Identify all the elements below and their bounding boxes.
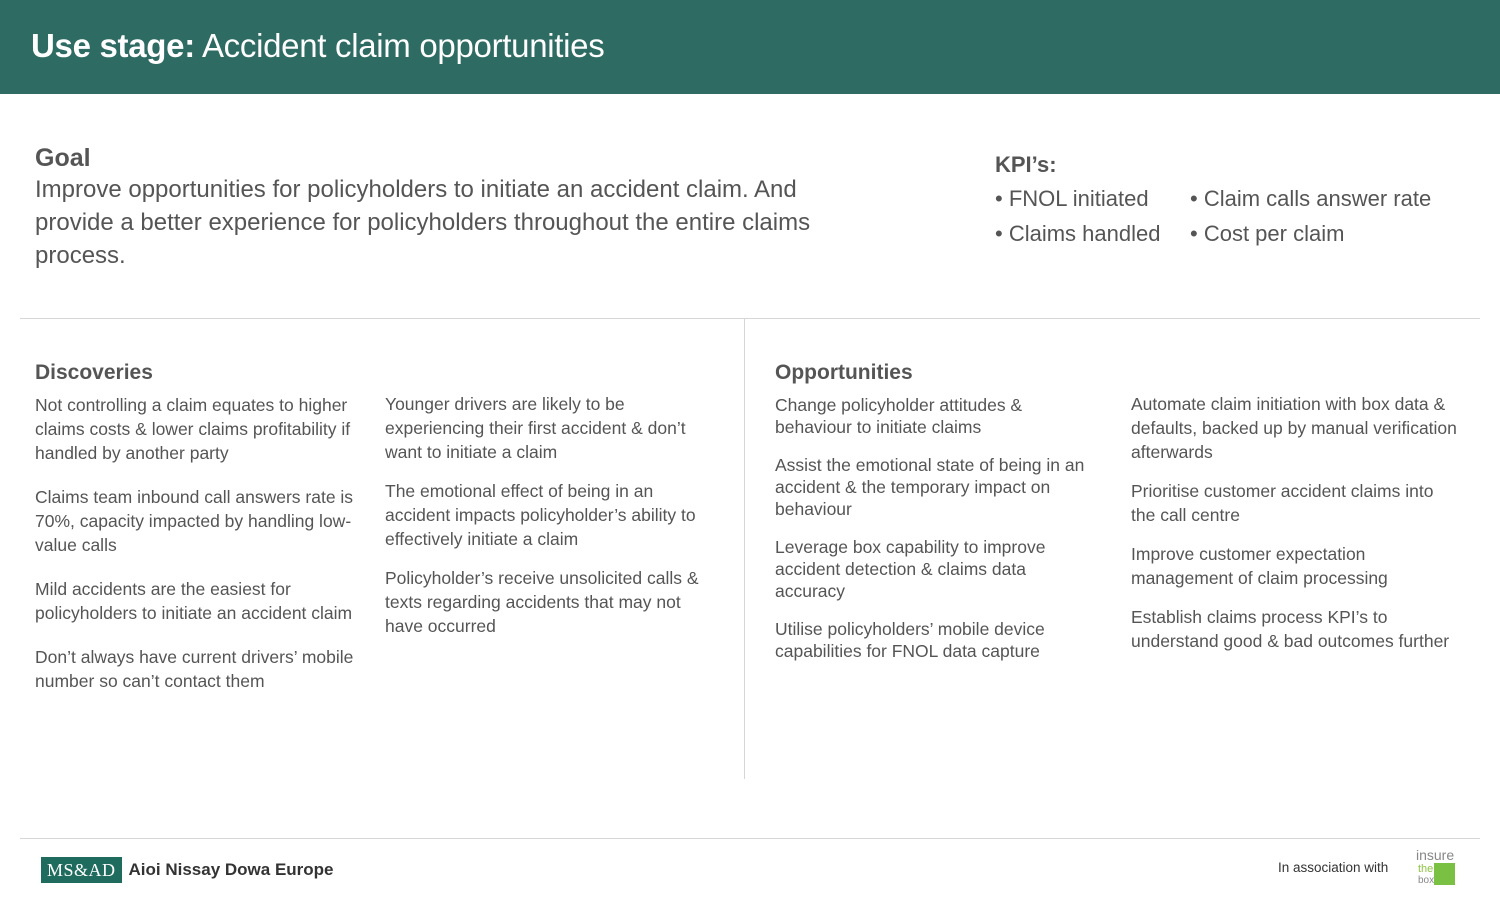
association-text: In association with [1278,860,1389,875]
company-name: Aioi Nissay Dowa Europe [128,860,334,879]
opportunities-title: Opportunities [775,361,913,384]
opportunity-item: Establish claims process KPI’s to unders… [1131,607,1450,651]
discoveries-column-2: Younger drivers are likely to be experie… [385,392,715,658]
discovery-item: Don’t always have current drivers’ mobil… [35,647,354,691]
page-title: Use stage: Accident claim opportunities [31,27,605,65]
kpi-list: • FNOL initiated • Claims handled • Clai… [995,184,1475,264]
opportunity-item: Prioritise customer accident claims into… [1131,481,1434,525]
kpi-item: • FNOL initiated [995,186,1149,211]
kpi-section: KPI’s: • FNOL initiated • Claims handled… [995,150,1475,264]
company-logo: MS&AD Aioi Nissay Dowa Europe [41,857,334,883]
goal-section: Goal Improve opportunities for policyhol… [35,143,865,272]
partner-logo-line2: the [1418,863,1434,875]
opportunities-column-1: Change policyholder attitudes & behaviou… [775,394,1095,678]
discovery-item: Younger drivers are likely to be experie… [385,394,686,462]
goal-title: Goal [35,144,91,172]
opportunity-item: Leverage box capability to improve accid… [775,537,1046,601]
opportunity-item: Automate claim initiation with box data … [1131,394,1457,462]
partner-logo-square [1434,863,1455,885]
page-title-topic: Accident claim opportunities [194,27,605,64]
opportunity-item: Utilise policyholders’ mobile device cap… [775,619,1045,661]
discoveries-column-1: Not controlling a claim equates to highe… [35,393,355,713]
opportunity-item: Change policyholder attitudes & behaviou… [775,395,1023,437]
kpi-item: • Claim calls answer rate [1190,186,1432,211]
discovery-item: Claims team inbound call answers rate is… [35,487,354,555]
partner-logo: insure the box [1416,848,1460,888]
goal-text: Improve opportunities for policyholders … [35,176,811,269]
kpi-item: • Claims handled [995,221,1161,246]
discoveries-title: Discoveries [35,361,153,384]
footer-divider [20,838,1480,839]
opportunity-item: Assist the emotional state of being in a… [775,455,1085,519]
kpi-item: • Cost per claim [1190,221,1345,246]
page-title-stage: Use stage: [31,27,195,64]
partner-logo-line3: box [1418,875,1435,886]
discovery-item: Not controlling a claim equates to highe… [35,395,351,463]
discovery-item: Mild accidents are the easiest for polic… [35,579,353,623]
opportunity-item: Improve customer expectation management … [1131,544,1388,588]
kpi-title: KPI’s: [995,152,1057,177]
discovery-item: The emotional effect of being in an acci… [385,481,696,549]
msad-logo-mark: MS&AD [41,857,122,883]
page-header: Use stage: Accident claim opportunities [0,0,1500,94]
partner-logo-line1: insure [1416,847,1455,863]
column-divider [744,319,745,779]
opportunities-column-2: Automate claim initiation with box data … [1131,392,1461,668]
discovery-item: Policyholder’s receive unsolicited calls… [385,568,699,636]
top-divider [20,318,1480,319]
